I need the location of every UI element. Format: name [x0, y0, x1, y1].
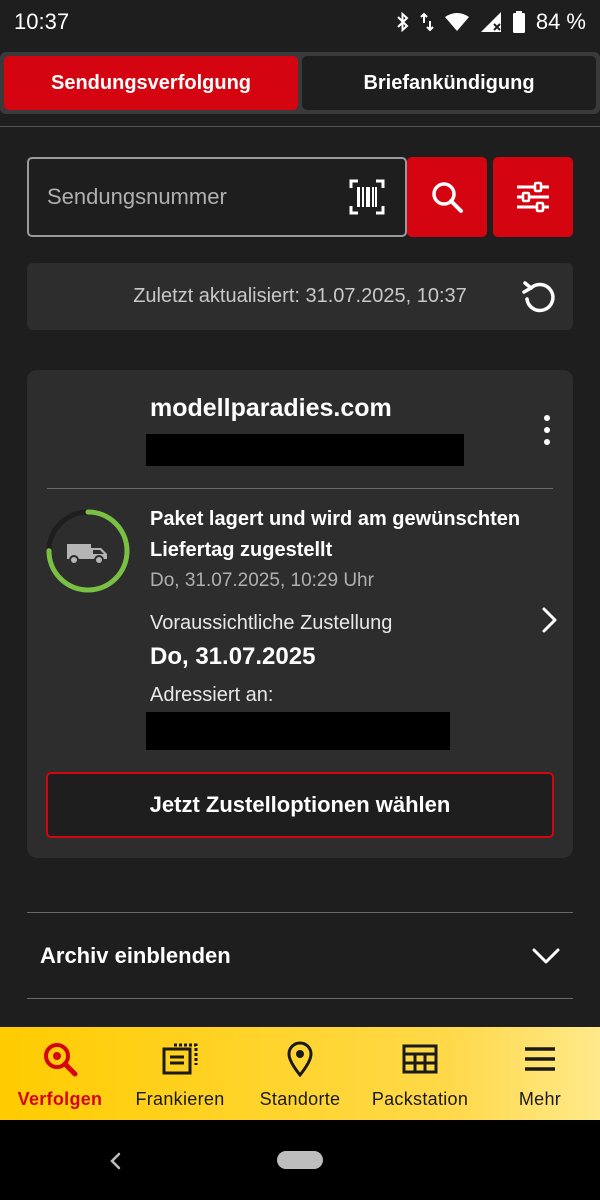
- tab-briefankuendigung[interactable]: Briefankündigung: [302, 56, 596, 110]
- card-divider: [47, 488, 553, 489]
- shipment-status-date: Do, 31.07.2025, 10:29 Uhr: [150, 570, 374, 591]
- search-button[interactable]: [407, 157, 487, 237]
- wifi-icon: [444, 13, 469, 31]
- bluetooth-icon: [397, 11, 409, 33]
- system-navigation-bar: [0, 1120, 600, 1200]
- filter-button[interactable]: [493, 157, 573, 237]
- delivery-progress-ring: [46, 509, 130, 593]
- chevron-right-icon[interactable]: [535, 606, 563, 634]
- refresh-button[interactable]: [519, 277, 559, 317]
- barcode-scan-button[interactable]: [347, 177, 387, 217]
- battery-level: 84 %: [535, 9, 586, 34]
- tracking-number-input[interactable]: [47, 184, 347, 210]
- search-track-icon: [44, 1043, 78, 1077]
- bottom-navigation: Verfolgen Frankieren Standorte Packstati…: [0, 1027, 600, 1120]
- nav-label-verfolgen: Verfolgen: [17, 1089, 103, 1109]
- location-pin-icon: [287, 1041, 313, 1077]
- delivery-van-icon: [67, 544, 107, 565]
- nav-label-standorte: Standorte: [259, 1089, 341, 1109]
- nav-packstation[interactable]: Packstation: [360, 1027, 480, 1120]
- nav-label-packstation: Packstation: [371, 1089, 469, 1109]
- sender-name: modellparadies.com: [150, 394, 392, 422]
- shipment-card[interactable]: modellparadies.com Paket lagert und wird…: [27, 370, 573, 858]
- tab-sendungsverfolgung[interactable]: Sendungsverfolgung: [4, 56, 298, 110]
- top-tabs: Sendungsverfolgung Briefankündigung: [0, 52, 600, 114]
- signal-icon: [480, 12, 501, 32]
- nav-mehr[interactable]: Mehr: [480, 1027, 600, 1120]
- archive-label: Archiv einblenden: [40, 943, 231, 968]
- redacted-address: [146, 712, 450, 750]
- eta-date: Do, 31.07.2025: [150, 643, 316, 670]
- archive-toggle[interactable]: Archiv einblenden: [27, 914, 573, 998]
- tabs-divider: [0, 126, 600, 127]
- more-dot: [544, 415, 550, 421]
- data-arrows-icon: [420, 12, 434, 32]
- battery-icon: [512, 11, 525, 33]
- menu-icon: [525, 1047, 555, 1071]
- refresh-icon: [522, 281, 555, 313]
- redacted-tracking-number: [146, 434, 464, 466]
- archive-divider-bottom: [27, 998, 573, 999]
- archive-divider-top: [27, 912, 573, 913]
- last-updated-bar: Zuletzt aktualisiert: 31.07.2025, 10:37: [27, 263, 573, 330]
- more-options-button[interactable]: [532, 410, 562, 450]
- status-bar: 10:37 84 %: [0, 0, 600, 44]
- packstation-icon: [402, 1044, 438, 1074]
- eta-label: Voraussichtliche Zustellung: [150, 612, 393, 634]
- nav-verfolgen[interactable]: Verfolgen: [0, 1027, 120, 1120]
- nav-frankieren[interactable]: Frankieren: [120, 1027, 240, 1120]
- status-time: 10:37: [14, 9, 70, 34]
- system-home-pill[interactable]: [277, 1151, 323, 1169]
- delivery-options-button[interactable]: Jetzt Zustelloptionen wählen: [46, 772, 554, 838]
- address-label: Adressiert an:: [150, 684, 274, 706]
- system-back-icon[interactable]: [104, 1150, 126, 1172]
- stamp-icon: [162, 1043, 198, 1075]
- more-dot: [544, 439, 550, 445]
- last-updated-text: Zuletzt aktualisiert: 31.07.2025, 10:37: [133, 285, 467, 307]
- status-icons: 84 %: [396, 9, 586, 35]
- nav-standorte[interactable]: Standorte: [240, 1027, 360, 1120]
- shipment-status-title: Paket lagert und wird am gewünschten Lie…: [150, 508, 521, 561]
- barcode-icon: [349, 179, 385, 215]
- sliders-icon: [517, 181, 549, 213]
- nav-label-mehr: Mehr: [518, 1089, 562, 1109]
- chevron-down-icon: [532, 948, 560, 964]
- search-box: [27, 157, 407, 237]
- more-dot: [544, 427, 550, 433]
- nav-label-frankieren: Frankieren: [135, 1089, 225, 1109]
- search-icon: [432, 182, 463, 213]
